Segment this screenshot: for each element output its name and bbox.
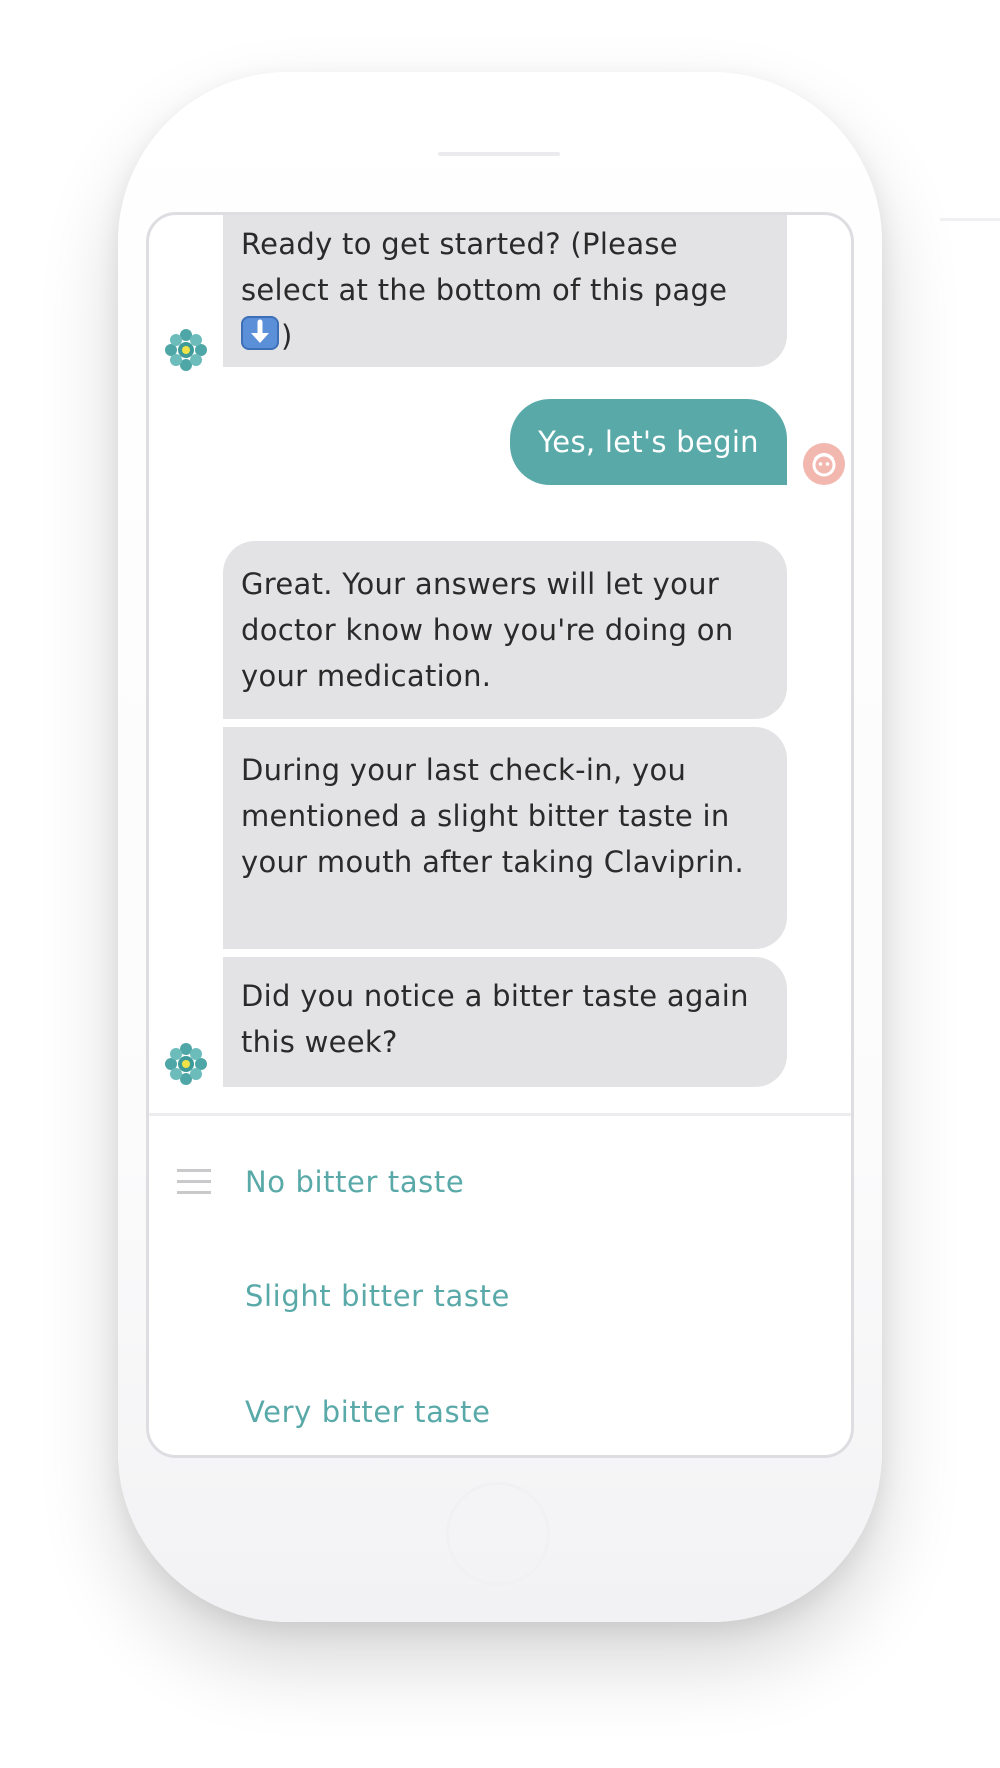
home-button[interactable] [446,1482,550,1586]
menu-icon[interactable] [177,1168,211,1196]
chat-thread[interactable]: Ready to get started? (Please select at … [149,215,851,1113]
bot-message: Great. Your answers will let your doctor… [223,541,787,719]
user-message: Yes, let's begin [510,399,787,485]
bot-avatar-icon [163,327,209,373]
option-no-bitter-taste[interactable]: No bitter taste [245,1152,464,1212]
bot-avatar-icon [163,1041,209,1087]
page: Ready to get started? (Please select at … [0,0,1000,1768]
down-arrow-emoji-icon [241,316,279,350]
message-text: ) [281,319,293,353]
option-very-bitter-taste[interactable]: Very bitter taste [245,1382,491,1442]
bot-message: During your last check-in, you mentioned… [223,727,787,949]
answer-options: No bitter taste Slight bitter taste Very… [149,1116,851,1455]
bot-message: Did you notice a bitter taste again this… [223,957,787,1087]
bot-message: Ready to get started? (Please select at … [223,215,787,367]
phone-screen: Ready to get started? (Please select at … [146,212,854,1458]
user-avatar-icon [801,441,847,487]
option-slight-bitter-taste[interactable]: Slight bitter taste [245,1266,510,1326]
background-divider [940,218,1000,221]
phone-speaker [438,152,560,156]
message-text: Ready to get started? (Please select at … [241,227,728,307]
